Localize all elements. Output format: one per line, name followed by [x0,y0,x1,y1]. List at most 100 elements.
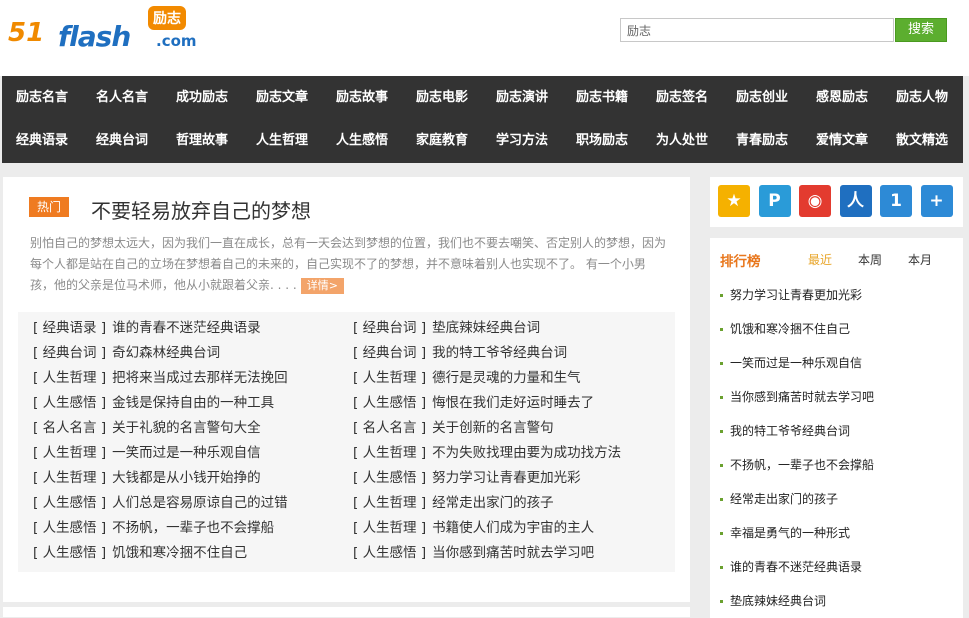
search-input[interactable] [621,19,893,41]
list-item: [ 人生哲理 ] 经常走出家门的孩子 [353,491,554,516]
nav-item[interactable]: 散文精选 [882,119,962,162]
list-item-category[interactable]: 经典语录 [43,320,97,336]
list-item-category[interactable]: 经典台词 [363,345,417,361]
logo-domain: .com [156,32,197,50]
nav-item[interactable]: 励志书籍 [562,76,642,119]
nav-item[interactable]: 感恩励志 [802,76,882,119]
nav-item[interactable]: 青春励志 [722,119,802,162]
rank-item[interactable]: 经常走出家门的孩子 [720,489,838,509]
more-link[interactable]: 详情> [300,278,344,294]
bracket-close: ] [96,520,107,536]
list-item-category[interactable]: 名人名言 [43,420,97,436]
kaixin-icon[interactable]: 1 [880,185,912,217]
list-item-title[interactable]: 一笑而过是一种乐观自信 [112,445,261,461]
list-item-category[interactable]: 人生哲理 [363,495,417,511]
tab-week[interactable]: 本周 [858,251,882,268]
featured-summary: 别怕自己的梦想太远大，因为我们一直在成长，总有一天会达到梦想的位置，我们也不要去… [30,233,668,296]
nav-item[interactable]: 励志演讲 [482,76,562,119]
list-item-title[interactable]: 人们总是容易原谅自己的过错 [112,495,288,511]
list-item-title[interactable]: 悔恨在我们走好运时睡去了 [432,395,594,411]
list-item-category[interactable]: 经典台词 [43,345,97,361]
tencent-weibo-icon[interactable]: P [758,185,791,217]
nav-item[interactable]: 家庭教育 [402,119,482,162]
nav-item[interactable]: 励志电影 [402,76,482,119]
site-logo[interactable]: 51 flash .com 励志 [8,6,198,62]
nav-item[interactable]: 人生感悟 [322,119,402,162]
list-item-category[interactable]: 人生感悟 [43,395,97,411]
more-share-icon[interactable]: + [920,185,953,217]
rank-item[interactable]: 饥饿和寒冷捆不住自己 [720,319,850,339]
list-item: [ 经典台词 ] 奇幻森林经典台词 [33,341,220,366]
list-item-title[interactable]: 谁的青春不迷茫经典语录 [112,320,261,336]
rank-item[interactable]: 当你感到痛苦时就去学习吧 [720,387,874,407]
list-item-category[interactable]: 名人名言 [363,420,417,436]
list-item-title[interactable]: 德行是灵魂的力量和生气 [432,370,581,386]
nav-item[interactable]: 励志文章 [242,76,322,119]
list-item-category[interactable]: 人生感悟 [43,520,97,536]
rank-item[interactable]: 一笑而过是一种乐观自信 [720,353,862,373]
list-item-category[interactable]: 人生哲理 [43,370,97,386]
list-item-category[interactable]: 人生哲理 [363,370,417,386]
nav-item[interactable]: 学习方法 [482,119,562,162]
tab-recent[interactable]: 最近 [808,251,832,268]
rank-item[interactable]: 垫底辣妹经典台词 [720,591,826,611]
list-item-title[interactable]: 我的特工爷爷经典台词 [432,345,567,361]
nav-item[interactable]: 成功励志 [162,76,242,119]
list-item-category[interactable]: 人生感悟 [43,495,97,511]
nav-item[interactable]: 哲理故事 [162,119,242,162]
list-item-title[interactable]: 不为失败找理由要为成功找方法 [432,445,621,461]
list-item-title[interactable]: 书籍使人们成为宇宙的主人 [432,520,594,536]
list-item-category[interactable]: 人生哲理 [363,445,417,461]
tab-month[interactable]: 本月 [908,251,932,268]
nav-item[interactable]: 励志名言 [2,76,82,119]
rank-item-title: 谁的青春不迷茫经典语录 [730,560,863,574]
list-item-title[interactable]: 大钱都是从小钱开始挣的 [112,470,261,486]
rank-item[interactable]: 不扬帆，一辈子也不会撑船 [720,455,874,475]
list-item-title[interactable]: 努力学习让青春更加光彩 [432,470,581,486]
nav-item[interactable]: 励志创业 [722,76,802,119]
sina-weibo-icon[interactable]: ◉ [799,185,831,217]
nav-item[interactable]: 名人名言 [82,76,162,119]
nav-item[interactable]: 励志人物 [882,76,962,119]
bracket-open: [ [353,470,363,486]
list-item-title[interactable]: 奇幻森林经典台词 [112,345,220,361]
list-item-title[interactable]: 把将来当成过去那样无法挽回 [112,370,288,386]
list-item-category[interactable]: 人生感悟 [43,545,97,561]
search-button[interactable]: 搜索 [895,18,947,42]
nav-item[interactable]: 励志故事 [322,76,402,119]
nav-item[interactable]: 人生哲理 [242,119,322,162]
qzone-icon[interactable]: ★ [718,185,750,217]
list-item-category[interactable]: 人生感悟 [363,545,417,561]
list-item-title[interactable]: 关于礼貌的名言警句大全 [112,420,261,436]
rank-item[interactable]: 我的特工爷爷经典台词 [720,421,850,441]
list-item-title[interactable]: 饥饿和寒冷捆不住自己 [112,545,247,561]
list-item-category[interactable]: 经典台词 [363,320,417,336]
nav-item[interactable]: 为人处世 [642,119,722,162]
nav-item[interactable]: 经典台词 [82,119,162,162]
bullet-icon [720,532,723,535]
bracket-close: ] [416,370,427,386]
bracket-close: ] [416,545,427,561]
list-item-category[interactable]: 人生感悟 [363,395,417,411]
list-item-title[interactable]: 垫底辣妹经典台词 [432,320,540,336]
nav-item[interactable]: 经典语录 [2,119,82,162]
list-item-category[interactable]: 人生哲理 [43,445,97,461]
nav-item[interactable]: 职场励志 [562,119,642,162]
rank-item[interactable]: 谁的青春不迷茫经典语录 [720,557,862,577]
rank-item[interactable]: 幸福是勇气的一种形式 [720,523,850,543]
list-item-title[interactable]: 金钱是保持自由的一种工具 [112,395,274,411]
rank-item[interactable]: 努力学习让青春更加光彩 [720,285,862,305]
list-item-title[interactable]: 经常走出家门的孩子 [432,495,554,511]
list-item-category[interactable]: 人生感悟 [363,470,417,486]
renren-icon[interactable]: 人 [839,185,872,217]
list-item-title[interactable]: 关于创新的名言警句 [432,420,554,436]
list-item-category[interactable]: 人生哲理 [43,470,97,486]
list-item-title[interactable]: 不扬帆，一辈子也不会撑船 [112,520,274,536]
list-item-title[interactable]: 当你感到痛苦时就去学习吧 [432,545,594,561]
bracket-close: ] [96,545,107,561]
nav-item[interactable]: 爱情文章 [802,119,882,162]
featured-title[interactable]: 不要轻易放弃自己的梦想 [91,195,311,224]
nav-item[interactable]: 励志签名 [642,76,722,119]
list-item-category[interactable]: 人生哲理 [363,520,417,536]
rank-panel: 排行榜 最近 本周 本月 努力学习让青春更加光彩 饥饿和寒冷捆不住自己 一笑而过是一… [710,238,963,618]
